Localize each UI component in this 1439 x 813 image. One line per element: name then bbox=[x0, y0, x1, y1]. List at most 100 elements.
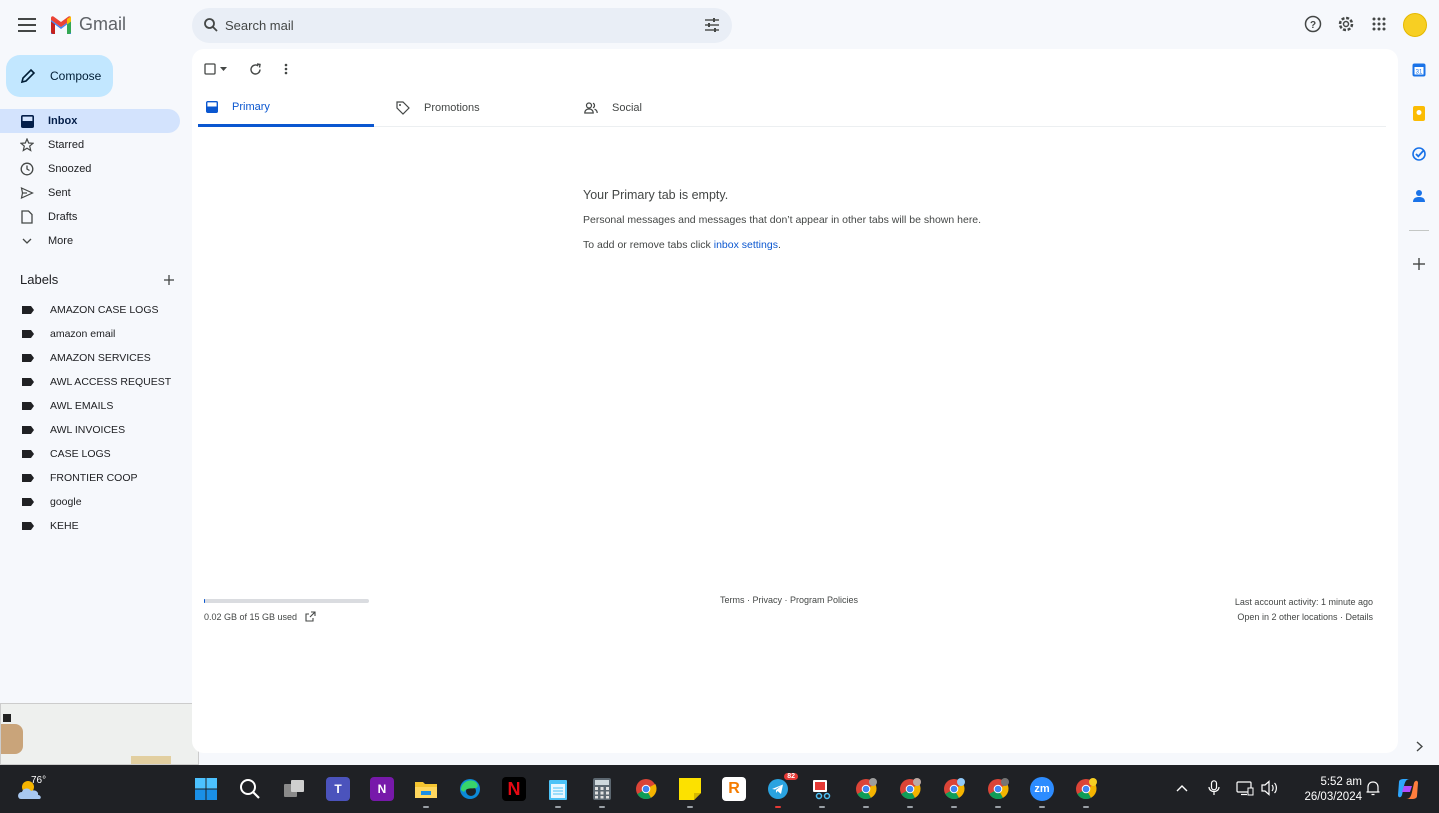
running-indicator bbox=[951, 806, 957, 808]
sidebar-item-more[interactable]: More bbox=[0, 229, 180, 253]
copilot-icon[interactable] bbox=[1396, 777, 1420, 801]
add-addon-icon[interactable] bbox=[1411, 256, 1427, 272]
more-options-icon[interactable] bbox=[284, 63, 288, 75]
label-item[interactable]: amazon email bbox=[0, 322, 180, 346]
video-thumbnail-preview[interactable] bbox=[0, 703, 199, 765]
chrome-profile-icon[interactable] bbox=[1074, 777, 1098, 801]
label-item[interactable]: AMAZON SERVICES bbox=[0, 346, 180, 370]
empty-body: Personal messages and messages that don’… bbox=[583, 214, 982, 226]
chrome-profile-icon[interactable] bbox=[986, 777, 1010, 801]
chrome-profile-icon[interactable] bbox=[898, 777, 922, 801]
search-input[interactable] bbox=[225, 8, 675, 43]
tab-primary[interactable]: Primary bbox=[198, 89, 374, 127]
mail-main-panel: Primary Promotions Social Your Primary t… bbox=[192, 49, 1398, 753]
sticky-notes-icon[interactable] bbox=[678, 777, 702, 801]
label-item[interactable]: AWL INVOICES bbox=[0, 418, 180, 442]
gmail-logo[interactable]: Gmail bbox=[49, 14, 126, 35]
open-external-icon[interactable] bbox=[305, 611, 316, 622]
activity-details-link[interactable]: Open in 2 other locations · Details bbox=[1235, 610, 1373, 625]
keep-notes-icon[interactable] bbox=[1411, 105, 1427, 121]
help-icon[interactable]: ? bbox=[1303, 14, 1323, 34]
tab-label: Social bbox=[612, 102, 642, 114]
network-icon[interactable] bbox=[1236, 779, 1254, 797]
tab-social[interactable]: Social bbox=[576, 89, 752, 127]
edge-icon[interactable] bbox=[458, 777, 482, 801]
label-item[interactable]: FRONTIER COOP bbox=[0, 466, 180, 490]
contacts-icon[interactable] bbox=[1411, 188, 1427, 204]
search-icon[interactable] bbox=[203, 17, 219, 33]
label-item[interactable]: CASE LOGS bbox=[0, 442, 180, 466]
caret-down-icon bbox=[220, 67, 227, 71]
account-avatar[interactable] bbox=[1403, 13, 1427, 37]
settings-gear-icon[interactable] bbox=[1336, 14, 1356, 34]
chrome-profile-icon[interactable] bbox=[942, 777, 966, 801]
snipping-tool-icon[interactable] bbox=[810, 777, 834, 801]
sidebar-item-starred[interactable]: Starred bbox=[0, 133, 180, 157]
label-tag-icon bbox=[22, 522, 34, 530]
chevron-right-icon[interactable] bbox=[1411, 738, 1427, 754]
add-label-icon[interactable] bbox=[163, 274, 175, 286]
label-item[interactable]: KEHE bbox=[0, 514, 180, 538]
refresh-icon[interactable] bbox=[249, 62, 262, 76]
sidebar-item-snoozed[interactable]: Snoozed bbox=[0, 157, 180, 181]
clock-date: 26/03/2024 bbox=[1304, 791, 1362, 803]
file-explorer-icon[interactable] bbox=[414, 777, 438, 801]
sidebar-item-drafts[interactable]: Drafts bbox=[0, 205, 180, 229]
ringcentral-icon[interactable]: R bbox=[722, 777, 746, 801]
hint-suffix: . bbox=[777, 239, 781, 251]
clock-icon bbox=[20, 162, 34, 176]
thumbnail-shape bbox=[1, 724, 23, 754]
notifications-icon[interactable] bbox=[1364, 779, 1382, 797]
label-item[interactable]: AMAZON CASE LOGS bbox=[0, 298, 180, 322]
label-item[interactable]: AWL EMAILS bbox=[0, 394, 180, 418]
thumbnail-shape bbox=[131, 756, 171, 764]
search-bar[interactable] bbox=[192, 8, 732, 43]
main-menu-icon[interactable] bbox=[15, 13, 39, 37]
select-checkbox[interactable] bbox=[204, 63, 227, 75]
apps-grid-icon[interactable] bbox=[1369, 14, 1389, 34]
sidebar-nav: Inbox Starred Snoozed Sent Drafts More bbox=[0, 109, 180, 253]
notepad-icon[interactable] bbox=[546, 777, 570, 801]
search-options-icon[interactable] bbox=[704, 17, 720, 33]
sidebar-item-label: Snoozed bbox=[48, 163, 92, 175]
app-name: Gmail bbox=[79, 14, 127, 34]
label-tag-icon bbox=[22, 378, 34, 386]
microphone-icon[interactable] bbox=[1205, 779, 1223, 797]
calculator-icon[interactable] bbox=[590, 777, 614, 801]
tasks-icon[interactable] bbox=[1411, 146, 1427, 162]
onenote-icon[interactable]: N bbox=[370, 777, 394, 801]
label-tag-icon bbox=[22, 474, 34, 482]
tab-promotions[interactable]: Promotions bbox=[388, 89, 564, 127]
taskbar-search-icon[interactable] bbox=[238, 777, 262, 801]
running-indicator bbox=[687, 806, 693, 808]
windows-taskbar: 76° T N N R 82 zm 5:52 am 26/03/2024 bbox=[0, 765, 1439, 813]
teams-icon[interactable]: T bbox=[326, 777, 350, 801]
chevron-down-icon bbox=[20, 234, 34, 248]
sidebar-item-sent[interactable]: Sent bbox=[0, 181, 180, 205]
labels-heading: Labels bbox=[20, 272, 59, 287]
footer-links[interactable]: Terms · Privacy · Program Policies bbox=[720, 595, 858, 605]
telegram-icon[interactable]: 82 bbox=[766, 773, 798, 801]
volume-icon[interactable] bbox=[1261, 779, 1279, 797]
compose-label: Compose bbox=[50, 69, 102, 83]
zoom-icon[interactable]: zm bbox=[1030, 777, 1054, 801]
chrome-profile-icon[interactable] bbox=[854, 777, 878, 801]
compose-button[interactable]: Compose bbox=[6, 55, 113, 97]
calendar-icon[interactable]: 31 bbox=[1411, 62, 1427, 78]
label-item[interactable]: AWL ACCESS REQUEST bbox=[0, 370, 180, 394]
task-view-icon[interactable] bbox=[282, 777, 306, 801]
people-icon bbox=[584, 102, 598, 114]
thumbnail-shape bbox=[3, 714, 11, 722]
netflix-icon[interactable]: N bbox=[502, 777, 526, 801]
running-indicator bbox=[1083, 806, 1089, 808]
sidebar-item-inbox[interactable]: Inbox bbox=[0, 109, 180, 133]
inbox-settings-link[interactable]: inbox settings bbox=[714, 239, 778, 251]
show-hidden-icons[interactable] bbox=[1173, 779, 1191, 797]
system-clock[interactable]: 5:52 am 26/03/2024 bbox=[1292, 775, 1362, 805]
chrome-icon[interactable] bbox=[634, 777, 658, 801]
windows-start-icon[interactable] bbox=[194, 777, 218, 801]
label-item[interactable]: google bbox=[0, 490, 180, 514]
account-activity: Last account activity: 1 minute ago Open… bbox=[1235, 595, 1373, 625]
empty-title: Your Primary tab is empty. bbox=[583, 188, 729, 202]
label-tag-icon bbox=[22, 306, 34, 314]
